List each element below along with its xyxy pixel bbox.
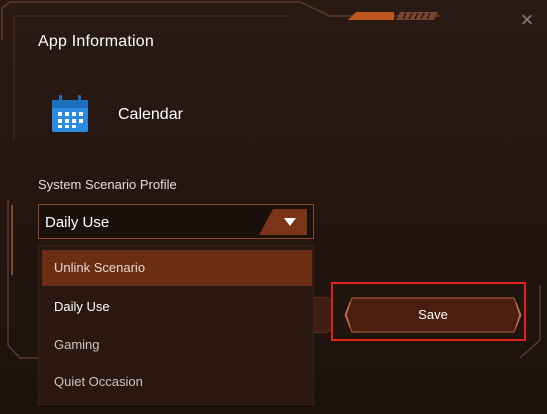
menu-item-unlink-scenario[interactable]: Unlink Scenario	[42, 250, 312, 286]
titlebar-decoration	[348, 12, 438, 20]
app-name: Calendar	[118, 106, 183, 123]
profile-select[interactable]: Daily Use	[38, 204, 314, 239]
chevron-down-icon	[259, 209, 307, 235]
dialog-title: App Information	[38, 33, 154, 50]
calendar-icon	[52, 95, 88, 132]
save-button[interactable]: Save	[344, 297, 522, 333]
save-button-label: Save	[418, 307, 448, 322]
menu-item-quiet-occasion[interactable]: Quiet Occasion	[42, 364, 312, 400]
menu-item-daily-use[interactable]: Daily Use	[42, 289, 312, 325]
profile-dropdown-menu: Unlink Scenario Daily Use Gaming Quiet O…	[38, 245, 314, 405]
close-icon[interactable]: ×	[517, 9, 537, 31]
profile-label: System Scenario Profile	[38, 177, 177, 192]
app-information-dialog: × App Information Calendar System Scenar…	[0, 0, 547, 414]
menu-item-gaming[interactable]: Gaming	[42, 327, 312, 363]
profile-select-value: Daily Use	[45, 214, 110, 231]
